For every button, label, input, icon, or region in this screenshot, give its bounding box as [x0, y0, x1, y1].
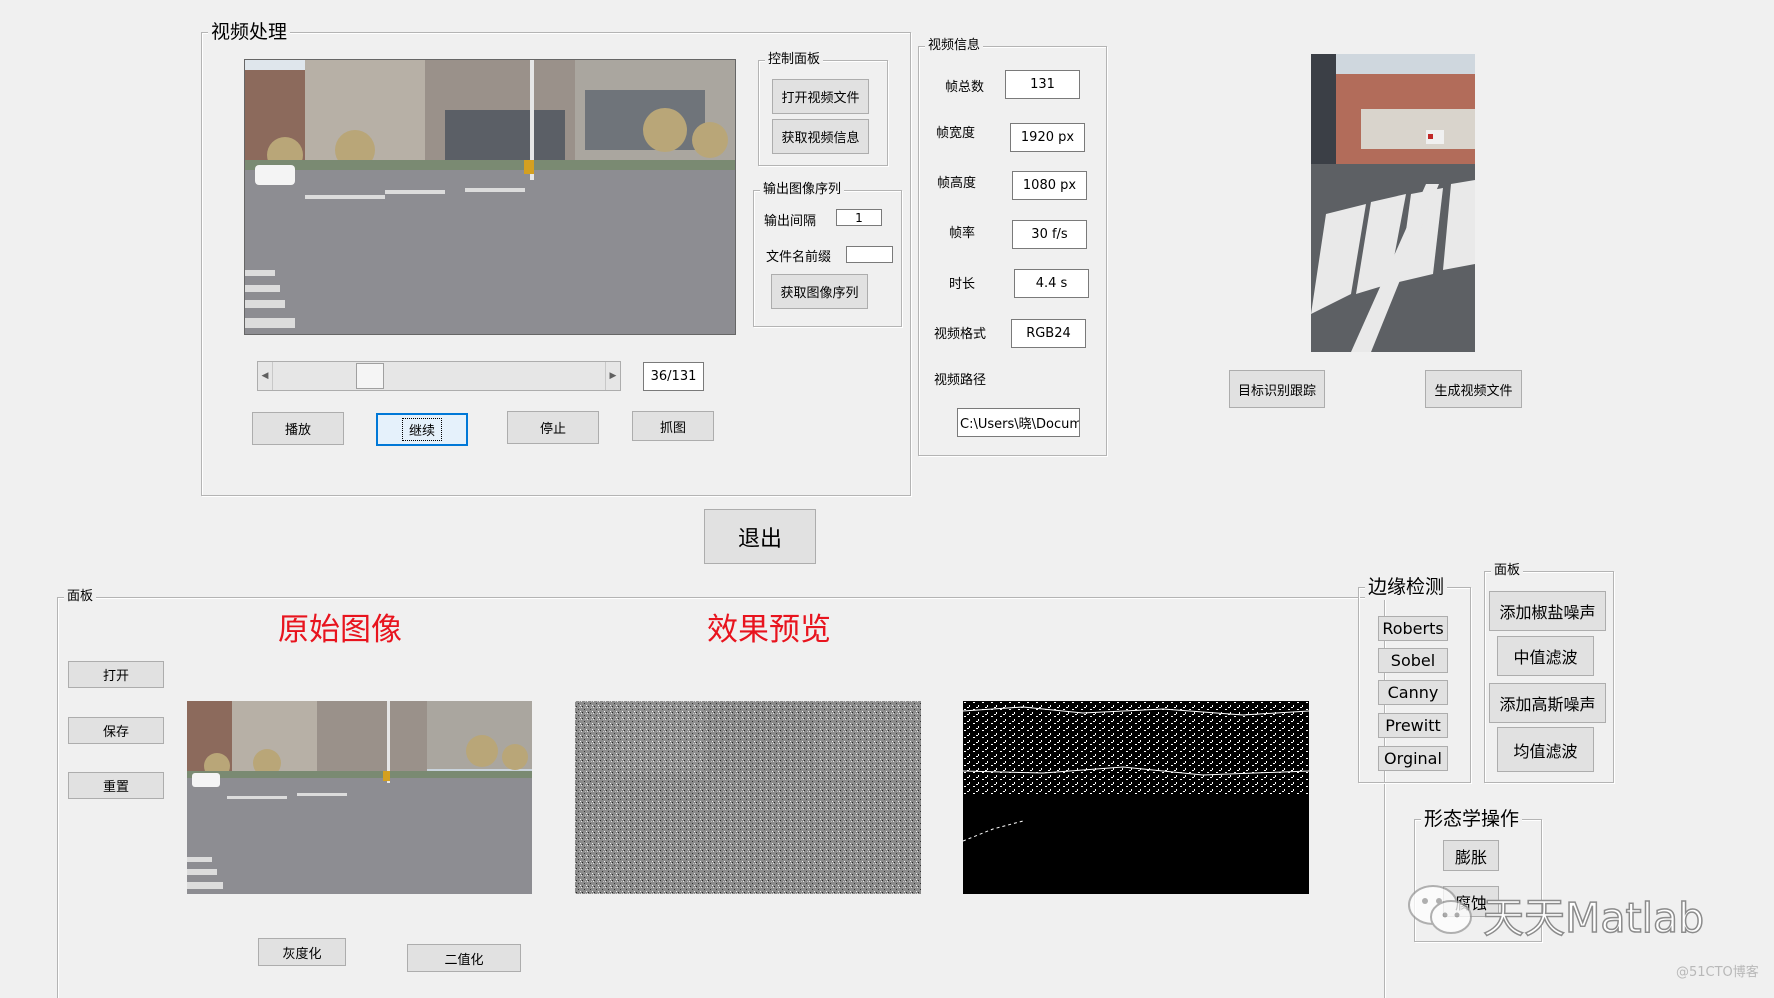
frame-counter: 36/131 [643, 362, 704, 391]
info-label-fps: 帧率 [949, 226, 976, 241]
continue-button[interactable]: 继续 [376, 413, 468, 446]
bottom-panel-title: 面板 [64, 588, 97, 606]
dilate-button[interactable]: 膨胀 [1443, 840, 1499, 871]
sobel-button[interactable]: Sobel [1378, 648, 1448, 673]
object-tracking-button[interactable]: 目标识别跟踪 [1229, 370, 1325, 408]
info-value-path: C:\Users\晓\Docume [957, 408, 1080, 437]
wechat-icon [1406, 883, 1476, 939]
output-sequence-title: 输出图像序列 [760, 181, 845, 199]
slider-thumb[interactable] [356, 363, 384, 389]
roberts-button[interactable]: Roberts [1378, 616, 1448, 641]
canny-button[interactable]: Canny [1378, 680, 1448, 705]
info-value-fps: 30 f/s [1012, 220, 1087, 249]
info-label-height: 帧高度 [937, 176, 977, 191]
info-label-duration: 时长 [949, 277, 976, 292]
morphology-title: 形态学操作 [1421, 806, 1523, 832]
slider-right-arrow[interactable]: ▶ [605, 362, 620, 390]
watermark-source: @51CTO博客 [1676, 965, 1759, 980]
video-info-panel: 视频信息 [918, 37, 1107, 456]
preview-title: 效果预览 [707, 612, 831, 648]
grayscale-button[interactable]: 灰度化 [258, 938, 346, 966]
orginal-button[interactable]: Orginal [1378, 746, 1448, 771]
prefix-label: 文件名前缀 [766, 250, 832, 265]
edge-detection-title: 边缘检测 [1365, 574, 1448, 600]
add-salt-noise-button[interactable]: 添加椒盐噪声 [1489, 591, 1606, 631]
open-video-button[interactable]: 打开视频文件 [772, 79, 869, 114]
add-gaussian-noise-button[interactable]: 添加高斯噪声 [1489, 683, 1606, 723]
interval-input[interactable]: 1 [836, 209, 882, 226]
info-value-frames: 131 [1005, 70, 1080, 99]
prewitt-button[interactable]: Prewitt [1378, 713, 1448, 738]
save-image-button[interactable]: 保存 [68, 717, 164, 744]
preview-edge-image [963, 701, 1309, 894]
mean-filter-button[interactable]: 均值滤波 [1497, 727, 1594, 772]
preview-noise-image [575, 701, 921, 894]
original-image [187, 701, 532, 894]
prefix-input[interactable] [846, 246, 893, 263]
reset-button[interactable]: 重置 [68, 772, 164, 799]
noise-panel-title: 面板 [1491, 562, 1524, 580]
control-panel-title: 控制面板 [765, 51, 824, 69]
play-button[interactable]: 播放 [252, 412, 344, 445]
continue-button-label: 继续 [401, 418, 443, 441]
info-value-width: 1920 px [1010, 123, 1085, 152]
exit-button[interactable]: 退出 [704, 509, 816, 564]
original-image-title: 原始图像 [278, 612, 402, 648]
open-image-button[interactable]: 打开 [68, 661, 164, 688]
watermark-brand: 天天Matlab [1482, 893, 1705, 943]
interval-label: 输出间隔 [764, 214, 817, 229]
stop-button[interactable]: 停止 [507, 411, 599, 444]
capture-button[interactable]: 抓图 [632, 411, 714, 441]
info-value-format: RGB24 [1011, 319, 1086, 348]
info-value-height: 1080 px [1012, 171, 1087, 200]
slider-left-arrow[interactable]: ◀ [258, 362, 273, 390]
info-label-width: 帧宽度 [936, 126, 976, 141]
info-label-frames: 帧总数 [945, 80, 985, 95]
frame-slider[interactable]: ◀ ▶ [257, 361, 621, 391]
info-value-duration: 4.4 s [1014, 269, 1089, 298]
median-filter-button[interactable]: 中值滤波 [1497, 636, 1594, 676]
info-label-format: 视频格式 [934, 327, 987, 342]
tracking-preview-image [1311, 54, 1475, 352]
generate-video-button[interactable]: 生成视频文件 [1425, 370, 1522, 408]
info-label-path: 视频路径 [934, 373, 987, 388]
video-info-title: 视频信息 [925, 37, 984, 55]
binarize-button[interactable]: 二值化 [407, 944, 521, 972]
video-processing-title: 视频处理 [208, 19, 291, 45]
get-sequence-button[interactable]: 获取图像序列 [771, 274, 868, 309]
get-video-info-button[interactable]: 获取视频信息 [772, 119, 869, 154]
video-frame-image [244, 59, 736, 335]
